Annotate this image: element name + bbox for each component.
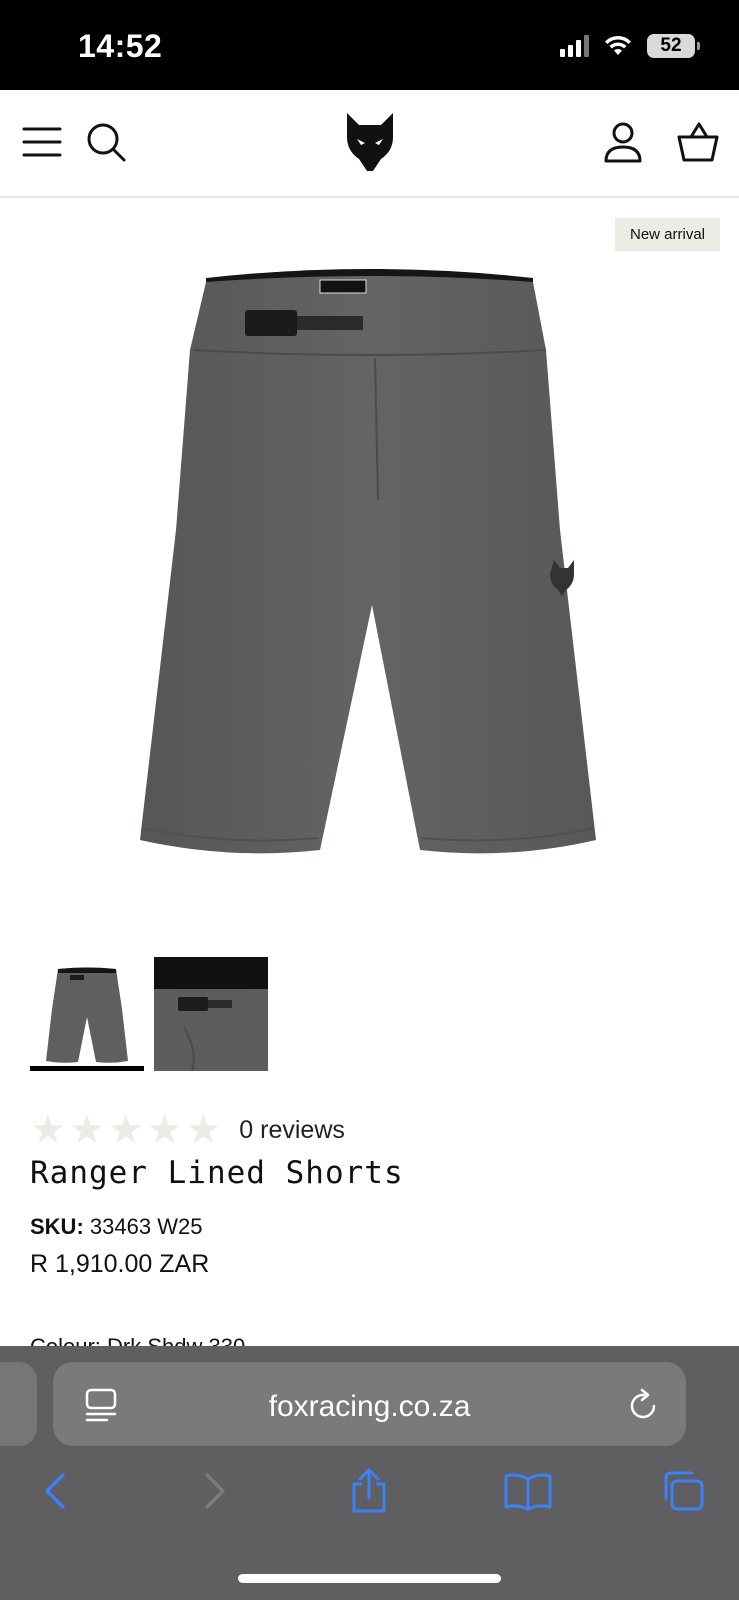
- sku-value: 33463 W25: [89, 1214, 203, 1239]
- account-icon[interactable]: [599, 118, 647, 166]
- previous-tab-preview[interactable]: [0, 1362, 37, 1446]
- product-sku: SKU: 33463 W25: [30, 1214, 202, 1240]
- url-text[interactable]: foxracing.co.za: [53, 1390, 686, 1424]
- basket-icon[interactable]: [674, 118, 722, 166]
- rating-stars: ★ ★ ★ ★ ★: [30, 1110, 221, 1150]
- reload-icon[interactable]: [628, 1388, 660, 1427]
- star-icon: ★: [146, 1108, 183, 1152]
- new-arrival-badge: New arrival: [614, 218, 720, 251]
- reviews-count[interactable]: 0 reviews: [239, 1116, 345, 1145]
- browser-toolbar: foxracing.co.za: [0, 1346, 739, 1600]
- share-icon[interactable]: [344, 1466, 394, 1516]
- reviews-row[interactable]: ★ ★ ★ ★ ★ 0 reviews: [30, 1110, 345, 1150]
- colour-label: Colour: Drk Shdw 330: [30, 1334, 245, 1346]
- back-icon[interactable]: [30, 1466, 80, 1516]
- wifi-icon: [605, 35, 631, 55]
- sku-label: SKU:: [30, 1214, 84, 1239]
- status-time: 14:52: [78, 28, 163, 64]
- menu-icon[interactable]: [18, 118, 66, 166]
- tabs-icon[interactable]: [658, 1466, 708, 1516]
- product-title: Ranger Lined Shorts: [30, 1155, 404, 1191]
- search-icon[interactable]: [82, 118, 130, 166]
- thumbnail-front[interactable]: [30, 957, 144, 1071]
- product-image[interactable]: [0, 200, 739, 940]
- bookmarks-icon[interactable]: [500, 1466, 556, 1516]
- star-icon: ★: [68, 1108, 105, 1152]
- forward-icon[interactable]: [190, 1466, 240, 1516]
- star-icon: ★: [107, 1108, 144, 1152]
- site-header: [0, 90, 739, 198]
- status-bar: 14:52 52: [0, 0, 739, 90]
- star-icon: ★: [30, 1108, 66, 1152]
- thumbnail-active-indicator: [30, 1066, 144, 1071]
- fox-logo-icon[interactable]: [340, 110, 400, 174]
- cellular-signal-icon: [560, 35, 589, 57]
- status-indicators: 52: [560, 34, 700, 58]
- thumbnail-buckle-detail[interactable]: [154, 957, 268, 1071]
- star-icon: ★: [185, 1108, 222, 1152]
- address-bar[interactable]: foxracing.co.za: [53, 1362, 686, 1446]
- product-price: R 1,910.00 ZAR: [30, 1250, 210, 1278]
- home-indicator: [238, 1574, 501, 1583]
- battery-indicator: 52: [647, 34, 700, 58]
